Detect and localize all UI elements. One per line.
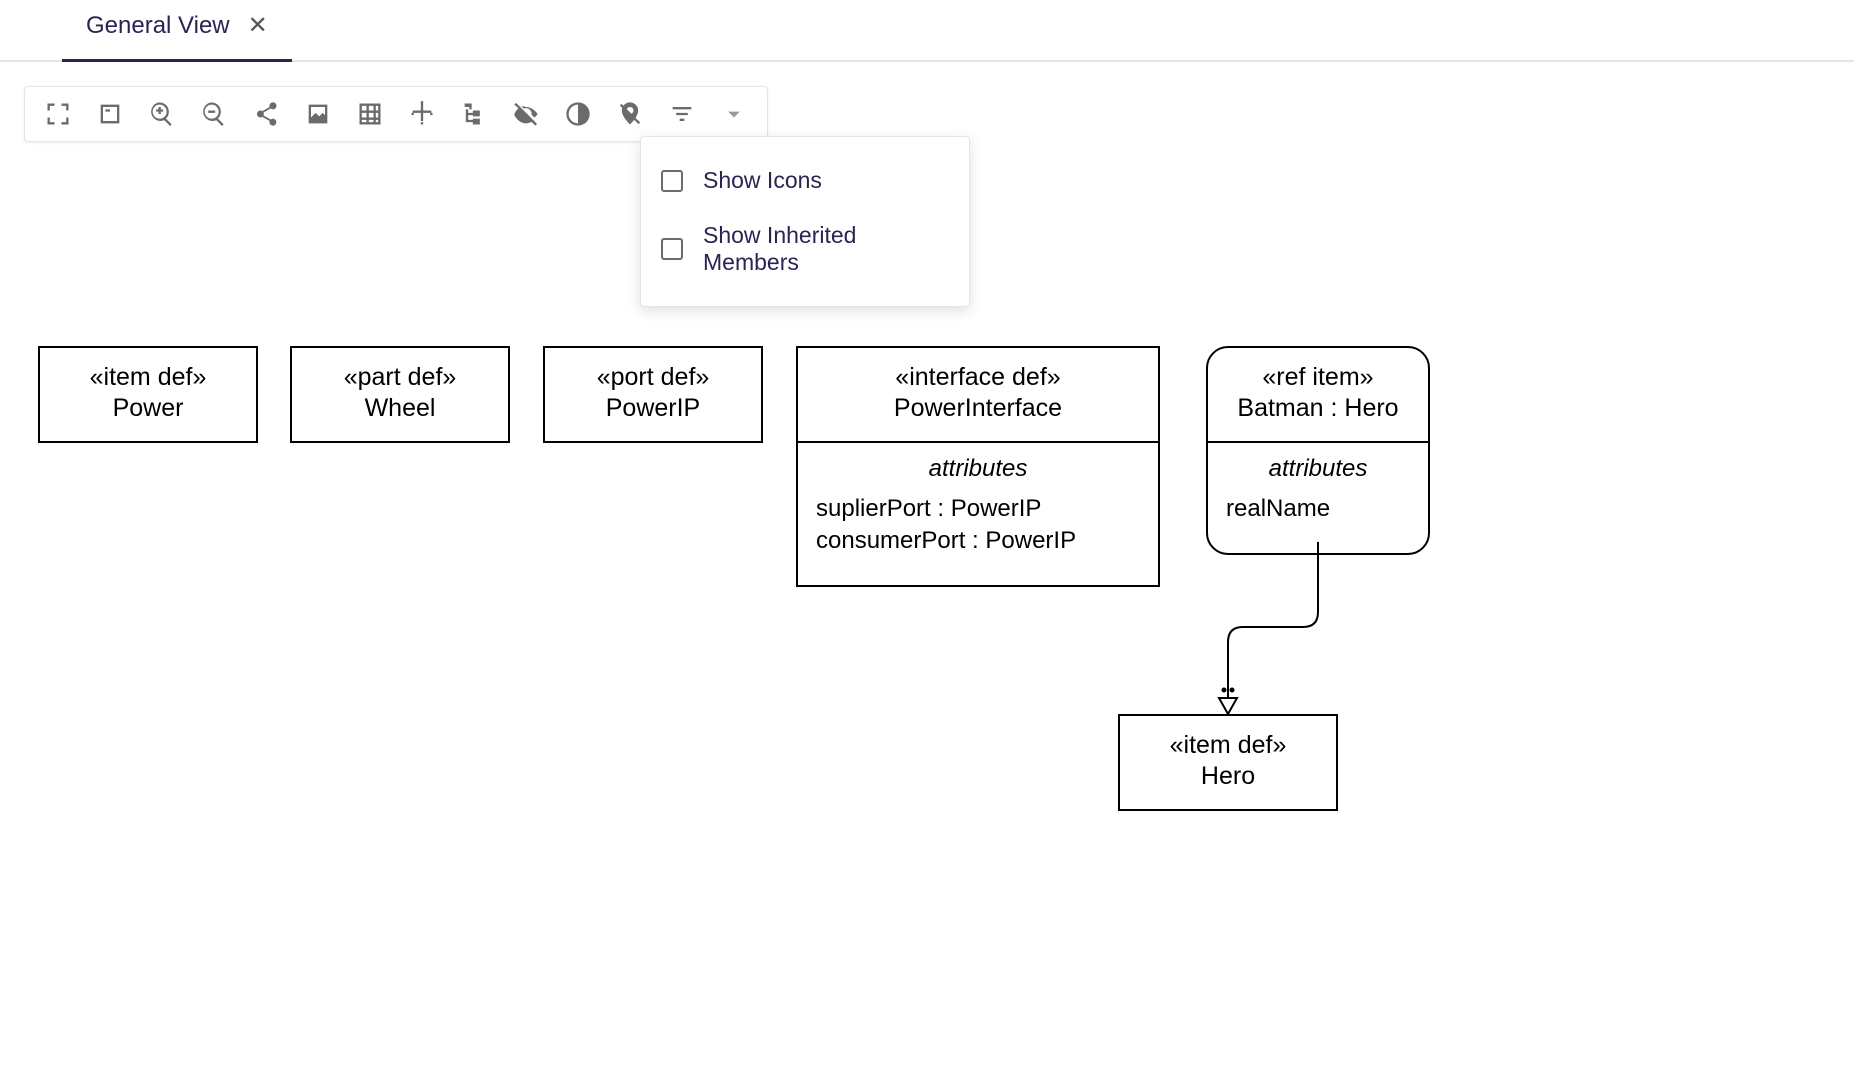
tab-label: General View [86,12,230,40]
edge-batman-hero [0,62,1854,1078]
diagram-canvas[interactable]: «item def» Power «part def» Wheel «port … [0,62,1854,1078]
tab-bar: General View ✕ [0,0,1854,62]
tab-general-view[interactable]: General View ✕ [62,2,292,62]
close-icon[interactable]: ✕ [248,14,268,38]
